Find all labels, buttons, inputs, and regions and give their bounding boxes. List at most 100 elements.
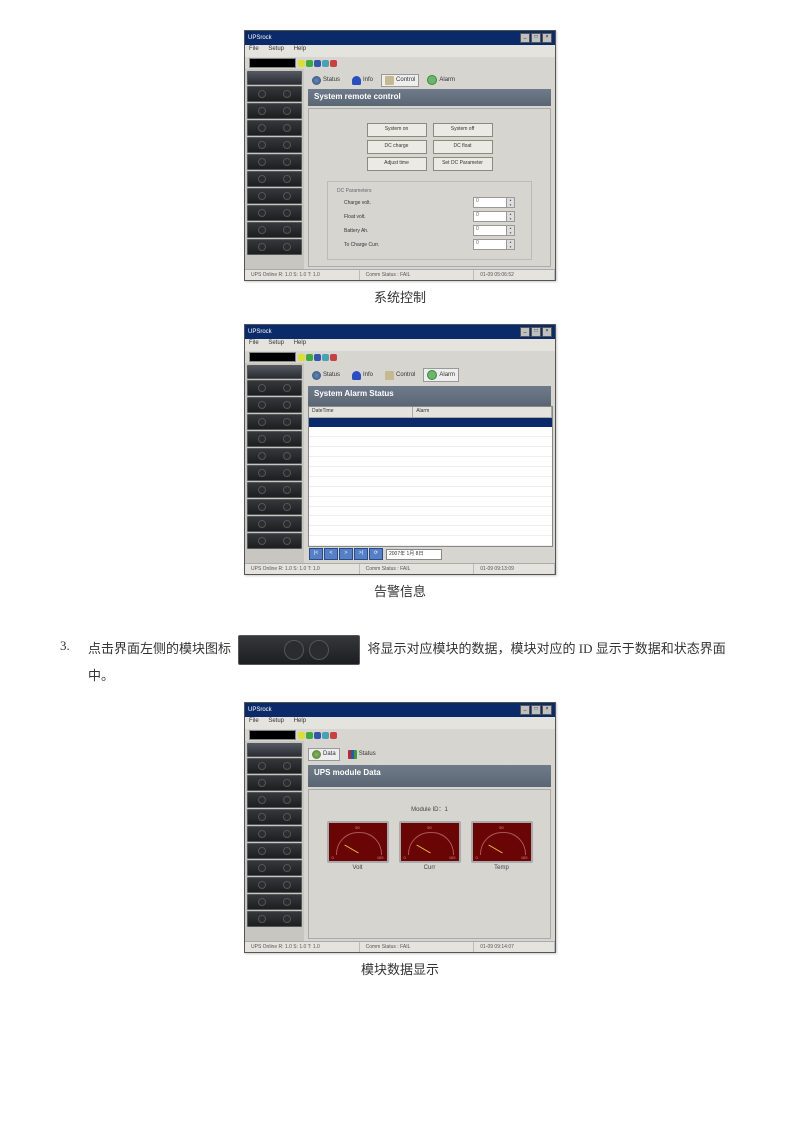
set-dc-button[interactable]: Set DC Parameter <box>433 157 493 171</box>
tool-icon[interactable] <box>298 60 305 67</box>
adjust-time-button[interactable]: Adjust time <box>367 157 427 171</box>
tool-icon[interactable] <box>306 732 313 739</box>
close-icon[interactable]: × <box>542 327 552 337</box>
table-row[interactable] <box>309 526 552 536</box>
table-row[interactable] <box>309 467 552 477</box>
tab-info[interactable]: Info <box>348 369 377 382</box>
system-on-button[interactable]: System on <box>367 123 427 137</box>
module-icon[interactable] <box>247 499 302 515</box>
menu-help[interactable]: Help <box>294 340 306 346</box>
tool-icon[interactable] <box>322 354 329 361</box>
tool-icon[interactable] <box>330 354 337 361</box>
table-row[interactable] <box>309 477 552 487</box>
tab-control[interactable]: Control <box>381 369 419 382</box>
module-icon[interactable] <box>247 414 302 430</box>
module-icon[interactable] <box>247 911 302 927</box>
charge-curr-spinner[interactable]: 0▲▼ <box>473 239 515 250</box>
table-row[interactable] <box>309 507 552 517</box>
module-icon[interactable] <box>247 154 302 170</box>
close-icon[interactable]: × <box>542 33 552 43</box>
menu-help[interactable]: Help <box>294 46 306 52</box>
module-icon[interactable] <box>247 86 302 102</box>
page-refresh-button[interactable]: ⟳ <box>369 548 383 560</box>
module-icon[interactable] <box>247 843 302 859</box>
tab-status[interactable]: Status <box>308 369 344 382</box>
module-icon[interactable] <box>247 775 302 791</box>
tab-control[interactable]: Control <box>381 74 419 87</box>
menu-file[interactable]: File <box>249 718 259 724</box>
module-icon[interactable] <box>247 380 302 396</box>
module-icon[interactable] <box>247 431 302 447</box>
module-icon[interactable] <box>247 533 302 549</box>
menu-setup[interactable]: Setup <box>268 340 284 346</box>
table-row[interactable] <box>309 487 552 497</box>
table-row[interactable] <box>309 457 552 467</box>
tool-icon[interactable] <box>322 732 329 739</box>
table-row[interactable] <box>309 427 552 437</box>
tab-data[interactable]: Data <box>308 748 340 761</box>
device-dropdown[interactable] <box>249 58 296 68</box>
page-prev-button[interactable]: < <box>324 548 338 560</box>
minimize-icon[interactable]: _ <box>520 705 530 715</box>
menu-file[interactable]: File <box>249 340 259 346</box>
module-icon[interactable] <box>247 792 302 808</box>
menu-setup[interactable]: Setup <box>268 718 284 724</box>
module-icon[interactable] <box>247 448 302 464</box>
close-icon[interactable]: × <box>542 705 552 715</box>
float-volt-spinner[interactable]: 0▲▼ <box>473 211 515 222</box>
table-row[interactable] <box>309 437 552 447</box>
menu-file[interactable]: File <box>249 46 259 52</box>
table-row[interactable] <box>309 536 552 546</box>
tool-icon[interactable] <box>306 60 313 67</box>
module-icon[interactable] <box>247 758 302 774</box>
rack-header[interactable] <box>247 743 302 757</box>
menu-help[interactable]: Help <box>294 718 306 724</box>
module-icon[interactable] <box>247 103 302 119</box>
maximize-icon[interactable]: □ <box>531 33 541 43</box>
tab-status[interactable]: Status <box>344 748 380 761</box>
module-icon[interactable] <box>247 120 302 136</box>
maximize-icon[interactable]: □ <box>531 705 541 715</box>
module-icon[interactable] <box>247 809 302 825</box>
tool-icon[interactable] <box>298 732 305 739</box>
battery-ah-spinner[interactable]: 0▲▼ <box>473 225 515 236</box>
page-last-button[interactable]: >| <box>354 548 368 560</box>
module-icon[interactable] <box>247 860 302 876</box>
module-icon[interactable] <box>247 877 302 893</box>
tool-icon[interactable] <box>298 354 305 361</box>
selected-row[interactable] <box>309 418 552 427</box>
tool-icon[interactable] <box>314 60 321 67</box>
tool-icon[interactable] <box>314 732 321 739</box>
system-off-button[interactable]: System off <box>433 123 493 137</box>
rack-header[interactable] <box>247 365 302 379</box>
module-icon[interactable] <box>247 482 302 498</box>
maximize-icon[interactable]: □ <box>531 327 541 337</box>
minimize-icon[interactable]: _ <box>520 327 530 337</box>
device-dropdown[interactable] <box>249 730 296 740</box>
module-icon[interactable] <box>247 222 302 238</box>
module-icon[interactable] <box>247 397 302 413</box>
table-row[interactable] <box>309 447 552 457</box>
table-row[interactable] <box>309 516 552 526</box>
page-next-button[interactable]: > <box>339 548 353 560</box>
module-icon[interactable] <box>247 239 302 255</box>
module-icon[interactable] <box>247 826 302 842</box>
device-dropdown[interactable] <box>249 352 296 362</box>
date-picker[interactable]: 2007年 1月 8日 <box>386 549 442 560</box>
dc-float-button[interactable]: DC float <box>433 140 493 154</box>
tool-icon[interactable] <box>306 354 313 361</box>
module-icon[interactable] <box>247 205 302 221</box>
charge-volt-spinner[interactable]: 0▲▼ <box>473 197 515 208</box>
tab-alarm[interactable]: Alarm <box>423 368 459 382</box>
tool-icon[interactable] <box>314 354 321 361</box>
table-row[interactable] <box>309 497 552 507</box>
column-datetime[interactable]: DateTime <box>309 407 413 417</box>
module-icon[interactable] <box>247 171 302 187</box>
module-icon[interactable] <box>247 137 302 153</box>
module-icon[interactable] <box>247 894 302 910</box>
tab-info[interactable]: Info <box>348 74 377 87</box>
module-icon[interactable] <box>247 465 302 481</box>
tool-icon[interactable] <box>330 60 337 67</box>
dc-charge-button[interactable]: DC charge <box>367 140 427 154</box>
tab-alarm[interactable]: Alarm <box>423 73 459 87</box>
